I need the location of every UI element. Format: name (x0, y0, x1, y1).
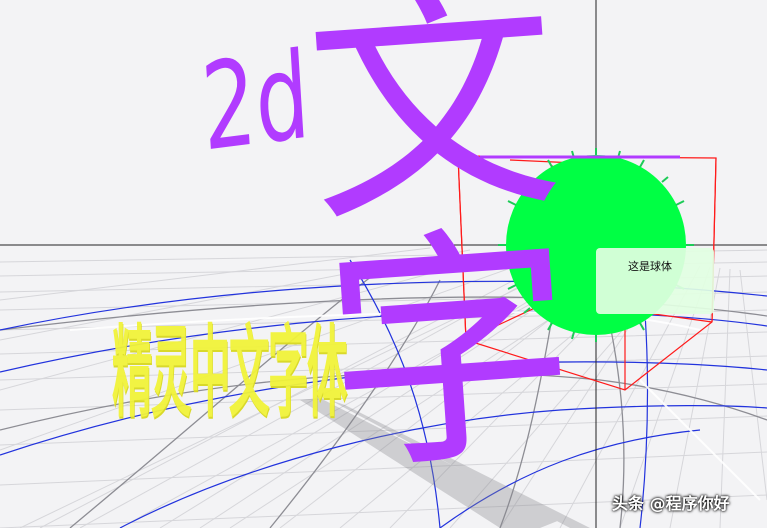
3d-viewport[interactable]: 2d 文字 精灵中文字体 这是球体 头条 @程序你好 (0, 0, 767, 528)
watermark: 头条 @程序你好 (612, 494, 730, 513)
sphere-tooltip: 这是球体 (596, 248, 714, 314)
sphere-tooltip-label: 这是球体 (628, 260, 672, 273)
text-2d-main: 文字 (298, 0, 586, 507)
sprite-chinese-text: 精灵中文字体 (112, 314, 347, 432)
text-2d-prefix: 2d (198, 26, 313, 179)
